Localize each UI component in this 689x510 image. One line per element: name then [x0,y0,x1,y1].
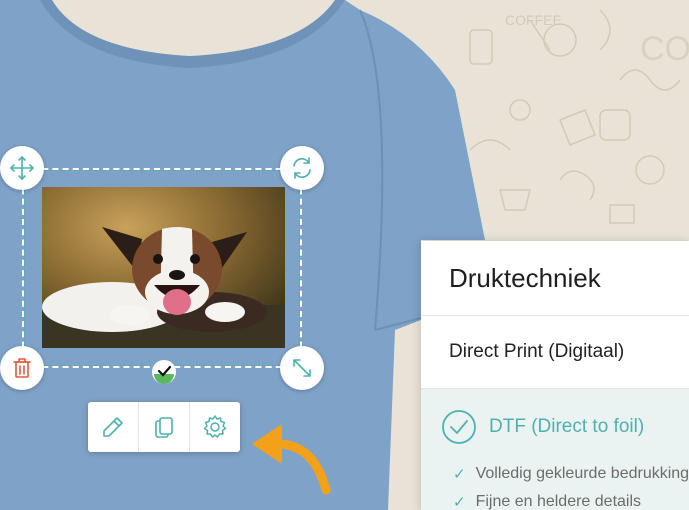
check-icon: ✓ [453,494,466,510]
element-toolbar [88,402,240,452]
check-icon: ✓ [453,466,466,483]
copy-icon [155,417,173,438]
option-direct-print-label: Direct Print (Digitaal) [449,341,625,362]
uploaded-dog-image[interactable] [42,187,285,348]
gear-icon [203,415,227,438]
edit-button[interactable] [88,402,138,452]
check-circle-icon [152,360,176,384]
delete-handle[interactable] [0,346,44,390]
resize-handle[interactable] [280,346,324,390]
resize-diagonal-icon [293,359,311,377]
pencil-icon [103,417,123,437]
trash-icon [13,358,31,378]
print-technique-panel: Druktechniek Direct Print (Digitaal) DTF… [421,241,689,510]
rotate-handle[interactable] [280,146,324,190]
feature-label: Fijne en heldere details [475,493,642,510]
option-dtf[interactable]: DTF (Direct to foil) ✓ Volledig gekleurd… [421,389,689,510]
move-arrows-icon [10,156,34,180]
option-direct-print[interactable]: Direct Print (Digitaal) [421,316,689,389]
feature-label: Volledig gekleurde bedrukking [475,465,689,482]
rotate-icon [293,157,311,179]
feature-item: ✓ Fijne en heldere details [453,493,641,510]
duplicate-button[interactable] [138,402,189,452]
feature-item: ✓ Volledig gekleurde bedrukking [453,465,689,483]
hint-arrow-icon [252,424,331,495]
center-indicator[interactable] [150,358,178,386]
option-dtf-label: DTF (Direct to foil) [489,416,645,437]
settings-button[interactable] [189,402,240,452]
panel-title: Druktechniek [421,241,689,316]
move-handle[interactable] [0,146,44,190]
selected-check-circle-icon [442,410,476,444]
